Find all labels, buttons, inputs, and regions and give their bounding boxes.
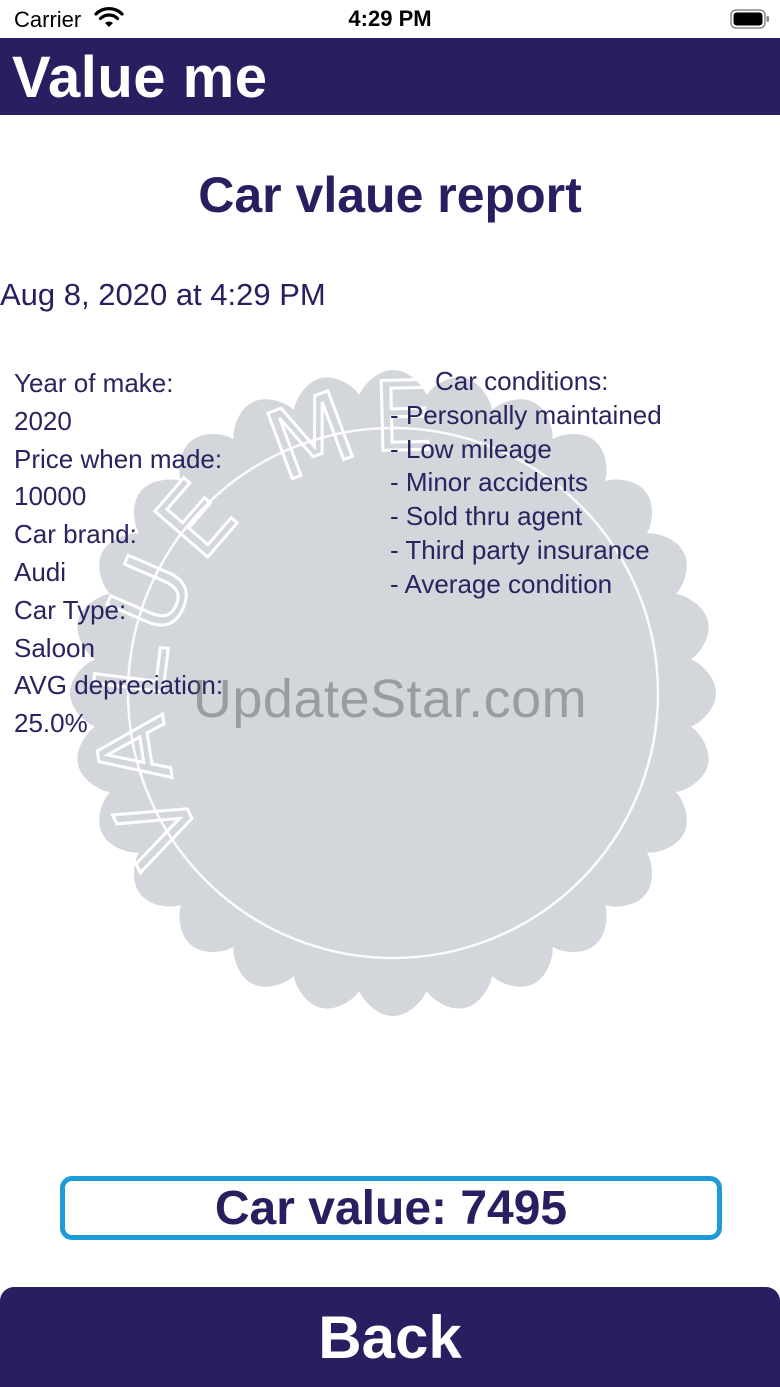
car-brand-label: Car brand: [14,519,137,550]
price-when-made-label: Price when made: [14,443,223,474]
back-button[interactable]: Back [0,1287,780,1387]
condition-item: - Low mileage [390,433,552,464]
condition-item: - Minor accidents [390,467,588,498]
car-conditions-heading: Car conditions: [435,366,609,396]
condition-item: - Sold thru agent [390,501,583,532]
car-conditions: Car conditions: - Personally maintained … [390,365,730,602]
back-button-label: Back [318,1303,462,1371]
condition-item: - Third party insurance [390,534,650,565]
car-type-value: Saloon [14,632,95,663]
car-value-box: Car value: 7495 [60,1176,722,1240]
battery-icon [730,9,769,29]
year-of-make-value: 2020 [14,405,72,436]
report-date: Aug 8, 2020 at 4:29 PM [0,277,326,312]
app-title: Value me [12,45,268,110]
clock: 4:29 PM [348,6,432,31]
status-bar: Carrier 4:29 PM [0,0,780,38]
year-of-make-label: Year of make: [14,368,174,398]
car-value-text: Car value: 7495 [214,1181,568,1235]
condition-item: - Average condition [390,568,613,599]
car-brand-value: Audi [14,556,67,587]
nav-bar: Value me [0,38,780,115]
price-when-made-value: 10000 [14,481,87,512]
car-type-label: Car Type: [14,594,127,625]
report-title: Car vlaue report [198,167,582,223]
condition-item: - Personally maintained [390,399,662,430]
watermark: UpdateStar.com [192,669,588,729]
